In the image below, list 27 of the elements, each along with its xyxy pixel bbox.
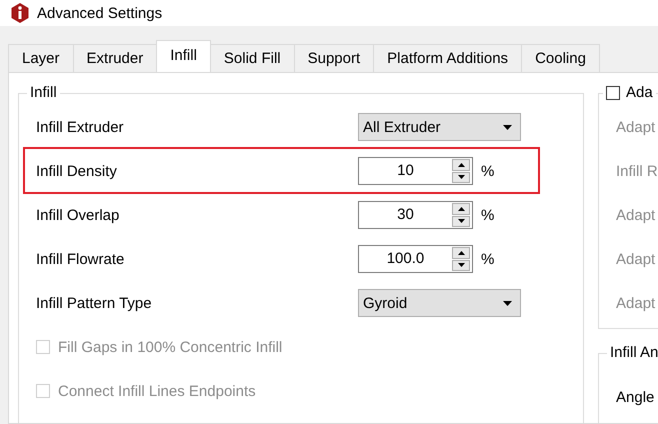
setting-label: Infill Density xyxy=(36,162,118,180)
tab[interactable]: Infill xyxy=(156,40,211,72)
setting-label: Infill Extruder xyxy=(36,118,125,136)
setting-label: Infill Pattern Type xyxy=(36,294,153,312)
checkbox[interactable] xyxy=(606,86,620,100)
checkbox-label: Fill Gaps in 100% Concentric Infill xyxy=(58,338,282,356)
dropdown[interactable]: Gyroid xyxy=(358,289,521,317)
setting-label: Adapt xyxy=(616,250,656,268)
tab[interactable]: Layer xyxy=(8,44,74,72)
setting-label: Adapt xyxy=(616,294,656,312)
tab[interactable]: Cooling xyxy=(521,44,600,72)
setting-label: Angle xyxy=(616,388,654,406)
checkbox-label: Ada xyxy=(626,84,653,102)
unit-label: % xyxy=(481,250,494,268)
app-icon xyxy=(11,3,29,23)
caret-icon xyxy=(503,300,512,306)
setting-label: Infill Flowrate xyxy=(36,250,126,268)
dropdown[interactable]: All Extruder xyxy=(358,113,521,141)
setting-label: Infill R xyxy=(616,162,658,180)
unit-label: % xyxy=(481,162,494,180)
checkbox-label: Connect Infill Lines Endpoints xyxy=(58,382,256,400)
setting-label: Adapt xyxy=(616,118,656,136)
window-title: Advanced Settings xyxy=(37,4,162,22)
unit-label: % xyxy=(481,206,494,224)
setting-label: Infill Overlap xyxy=(36,206,120,224)
setting-label: Adapt xyxy=(616,206,656,224)
caret-icon xyxy=(503,124,512,130)
